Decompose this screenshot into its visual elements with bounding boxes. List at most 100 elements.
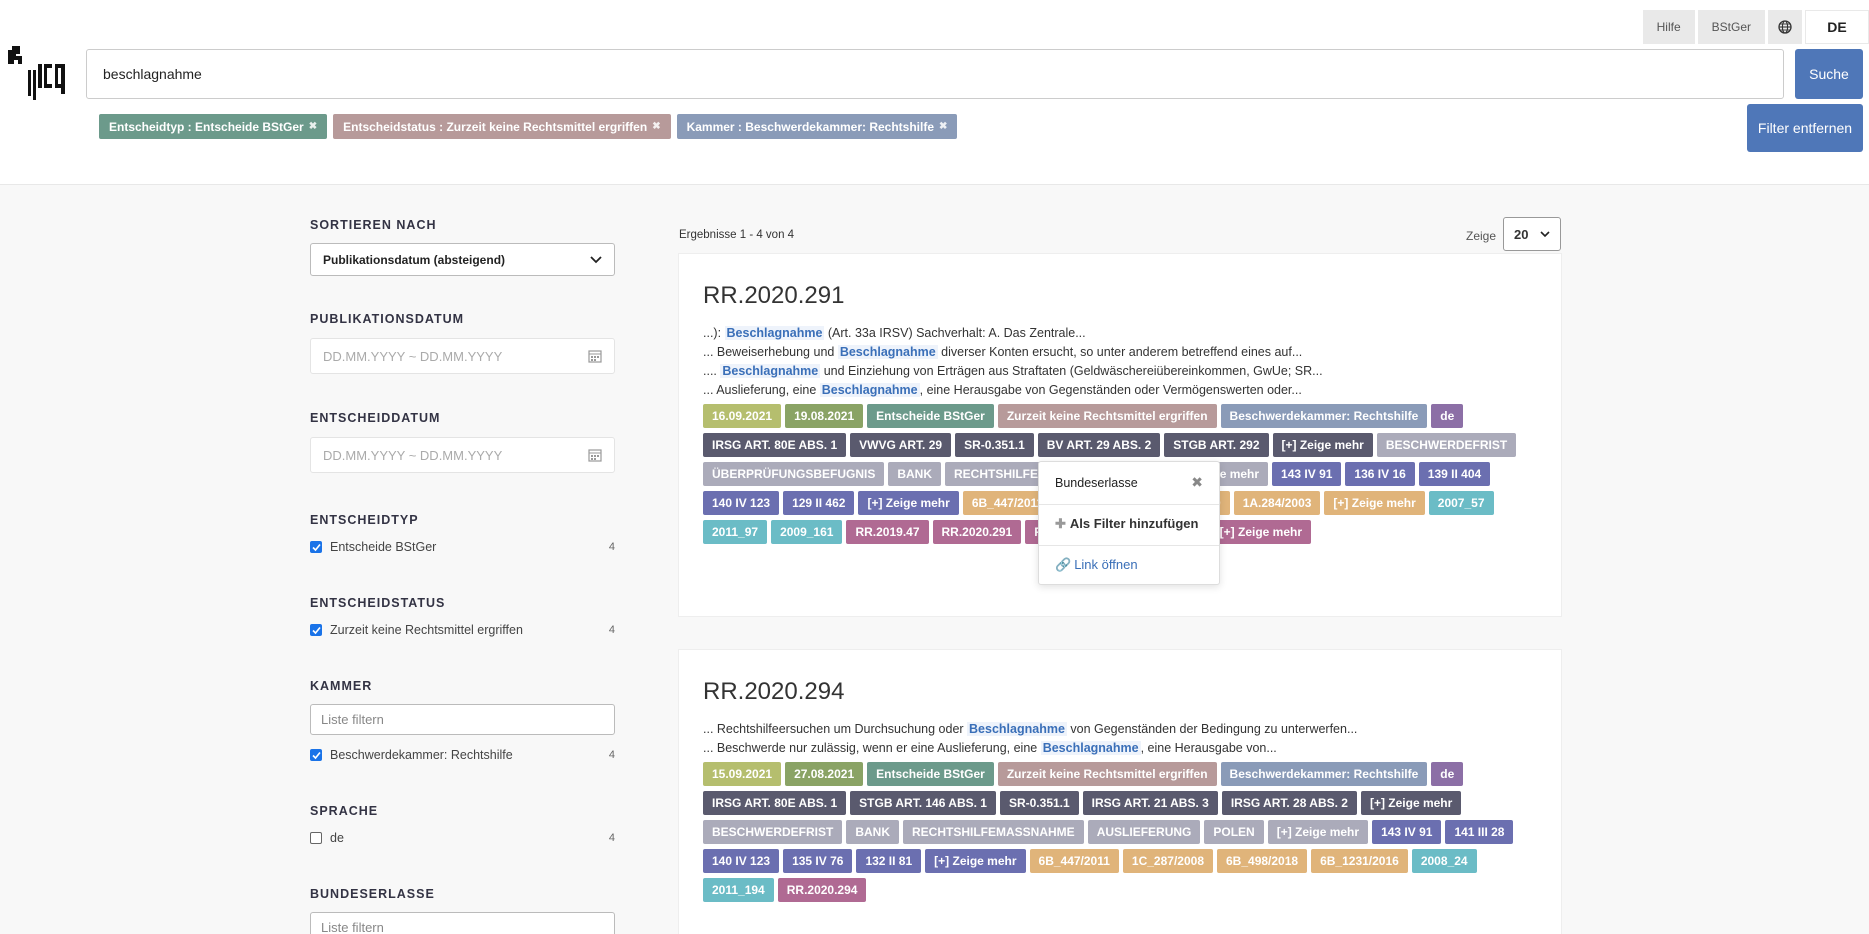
result-tag[interactable]: [+] Zeige mehr xyxy=(925,849,1026,873)
result-tag[interactable]: [+] Zeige mehr xyxy=(1272,433,1373,457)
result-tag[interactable]: [+] Zeige mehr xyxy=(1267,820,1369,844)
snippet-highlight: Beschlagnahme xyxy=(967,722,1067,736)
result-tag[interactable]: 132 II 81 xyxy=(856,849,922,873)
result-tag[interactable]: 140 IV 123 xyxy=(703,491,780,515)
result-tag[interactable]: IRSG ART. 21 ABS. 3 xyxy=(1082,791,1218,815)
result-tag[interactable]: 6B_447/2011 xyxy=(1029,849,1119,873)
close-icon[interactable]: ✖ xyxy=(1191,474,1203,491)
open-link-button[interactable]: 🔗 Link öffnen xyxy=(1055,557,1138,573)
chamber-filter-input[interactable]: Liste filtern xyxy=(310,704,615,735)
result-tag[interactable]: [+] Zeige mehr xyxy=(1210,520,1312,544)
active-filter-chip[interactable]: Entscheidstatus : Zurzeit keine Rechtsmi… xyxy=(333,114,671,139)
snippet-text: ... Beweiserhebung und xyxy=(703,345,838,359)
result-tag[interactable]: Entscheide BStGer xyxy=(867,404,994,428)
decdate-range-input[interactable]: DD.MM.YYYY ~ DD.MM.YYYY xyxy=(310,437,615,473)
result-tag[interactable]: 2007_57 xyxy=(1428,491,1494,515)
result-tag[interactable]: 27.08.2021 xyxy=(785,762,864,786)
result-tag[interactable]: SR-0.351.1 xyxy=(999,791,1079,815)
result-tag[interactable]: [+] Zeige mehr xyxy=(1360,791,1462,815)
result-title[interactable]: RR.2020.294 xyxy=(703,678,1537,706)
result-tag[interactable]: 2008_24 xyxy=(1411,849,1477,873)
close-icon[interactable]: ✖ xyxy=(652,121,660,132)
result-tag[interactable]: BESCHWERDEFRIST xyxy=(1376,433,1517,457)
result-tag[interactable]: IRSG ART. 80E ABS. 1 xyxy=(703,791,847,815)
help-link[interactable]: Hilfe xyxy=(1642,10,1695,44)
chamber-checkbox-row[interactable]: Beschwerdekammer: Rechtshilfe 4 xyxy=(310,746,615,764)
result-tag[interactable]: 19.08.2021 xyxy=(785,404,864,428)
result-tag[interactable]: 2011_194 xyxy=(703,878,774,902)
result-tag[interactable]: [+] Zeige mehr xyxy=(1324,491,1425,515)
result-tag[interactable]: IRSG ART. 28 ABS. 2 xyxy=(1221,791,1357,815)
result-tag[interactable]: BANK xyxy=(888,462,942,486)
result-tag[interactable]: RECHTSHILFEMASSNAHME xyxy=(903,820,1084,844)
result-tag[interactable]: STGB ART. 292 xyxy=(1164,433,1269,457)
result-tag[interactable]: Beschwerdekammer: Rechtshilfe xyxy=(1220,762,1428,786)
result-tag[interactable]: 129 II 462 xyxy=(783,491,855,515)
result-tag[interactable]: de xyxy=(1431,762,1464,786)
results-summary: Ergebnisse 1 - 4 von 4 xyxy=(679,229,795,241)
result-tag[interactable]: POLEN xyxy=(1204,820,1264,844)
result-tag[interactable]: 6B_498/2018 xyxy=(1217,849,1308,873)
result-tag[interactable]: BV ART. 29 ABS. 2 xyxy=(1037,433,1161,457)
result-tag[interactable]: 15.09.2021 xyxy=(703,762,782,786)
result-tag[interactable]: 6B_1231/2016 xyxy=(1311,849,1408,873)
result-tag[interactable]: IRSG ART. 80E ABS. 1 xyxy=(703,433,847,457)
result-tag[interactable]: SR-0.351.1 xyxy=(955,433,1034,457)
page-size-select[interactable]: 20 xyxy=(1503,217,1561,251)
result-tag[interactable]: Beschwerdekammer: Rechtshilfe xyxy=(1220,404,1428,428)
result-tag[interactable]: 2011_97 xyxy=(703,520,768,544)
result-tag[interactable]: 143 IV 91 xyxy=(1272,462,1342,486)
search-button[interactable]: Suche xyxy=(1795,49,1863,99)
result-tag[interactable]: VWVG ART. 29 xyxy=(850,433,952,457)
checkbox-checked[interactable] xyxy=(310,749,322,761)
remove-filters-button[interactable]: Filter entfernen xyxy=(1747,104,1863,152)
bstger-link[interactable]: BStGer xyxy=(1697,10,1765,44)
result-tag[interactable]: RECHTSHILFE xyxy=(945,462,1048,486)
result-tag[interactable]: AUSLIEFERUNG xyxy=(1087,820,1201,844)
language-checkbox-row[interactable]: de 4 xyxy=(310,829,615,847)
tag-popup: Bundeserlasse ✖ ✚ Als Filter hinzufügen 🔗… xyxy=(1038,461,1220,585)
pubdate-range-input[interactable]: DD.MM.YYYY ~ DD.MM.YYYY xyxy=(310,338,615,374)
result-tag[interactable]: [+] Zeige mehr xyxy=(858,491,959,515)
result-tag[interactable]: RR.2020.294 xyxy=(777,878,867,902)
laws-filter-input[interactable]: Liste filtern xyxy=(310,912,615,934)
status-checkbox-row[interactable]: Zurzeit keine Rechtsmittel ergriffen 4 xyxy=(310,621,615,639)
result-tag[interactable]: ÜBERPRÜFUNGSBEFUGNIS xyxy=(703,462,885,486)
result-tag[interactable]: de xyxy=(1431,404,1464,428)
bstger-logo[interactable] xyxy=(8,46,68,102)
type-checkbox-row[interactable]: Entscheide BStGer 4 xyxy=(310,538,615,556)
add-filter-label: Als Filter hinzufügen xyxy=(1069,516,1199,531)
active-filter-chip[interactable]: Entscheidtyp : Entscheide BStGer ✖ xyxy=(99,114,328,139)
active-filter-chip[interactable]: Kammer : Beschwerdekammer: Rechtshilfe ✖ xyxy=(676,114,958,139)
chamber-checkbox-count: 4 xyxy=(608,749,615,761)
add-filter-button[interactable]: ✚ Als Filter hinzufügen xyxy=(1055,516,1198,532)
result-tag[interactable]: 139 II 404 xyxy=(1418,462,1491,486)
result-tag[interactable]: Zurzeit keine Rechtsmittel ergriffen xyxy=(997,762,1217,786)
result-tag[interactable]: 143 IV 91 xyxy=(1372,820,1442,844)
result-tag[interactable]: Entscheide BStGer xyxy=(867,762,994,786)
result-tag[interactable]: Zurzeit keine Rechtsmittel ergriffen xyxy=(997,404,1217,428)
search-input[interactable]: beschlagnahme xyxy=(86,49,1784,99)
result-tag[interactable]: RR.2020.291 xyxy=(932,520,1022,544)
globe-icon[interactable] xyxy=(1768,10,1802,44)
checkbox-checked[interactable] xyxy=(310,624,322,636)
result-tag[interactable]: 1A.284/2003 xyxy=(1233,491,1321,515)
result-title[interactable]: RR.2020.291 xyxy=(703,282,1537,310)
close-icon[interactable]: ✖ xyxy=(939,121,947,132)
result-tag[interactable]: 136 IV 16 xyxy=(1345,462,1415,486)
checkbox-checked[interactable] xyxy=(310,541,322,553)
language-selector[interactable]: DE xyxy=(1805,10,1869,44)
close-icon[interactable]: ✖ xyxy=(309,121,317,132)
result-tag[interactable]: STGB ART. 146 ABS. 1 xyxy=(850,791,996,815)
result-tag[interactable]: 140 IV 123 xyxy=(703,849,780,873)
result-tag[interactable]: 135 IV 76 xyxy=(783,849,853,873)
result-tag[interactable]: BESCHWERDEFRIST xyxy=(703,820,843,844)
result-tag[interactable]: 16.09.2021 xyxy=(703,404,782,428)
checkbox-unchecked[interactable] xyxy=(310,832,322,844)
result-tag[interactable]: RR.2019.47 xyxy=(846,520,929,544)
result-tag[interactable]: BANK xyxy=(846,820,900,844)
result-tag[interactable]: 1C_287/2008 xyxy=(1122,849,1213,873)
result-tag[interactable]: 2009_161 xyxy=(771,520,843,544)
sort-select[interactable]: Publikationsdatum (absteigend) xyxy=(310,243,615,276)
result-tag[interactable]: 141 III 28 xyxy=(1445,820,1514,844)
